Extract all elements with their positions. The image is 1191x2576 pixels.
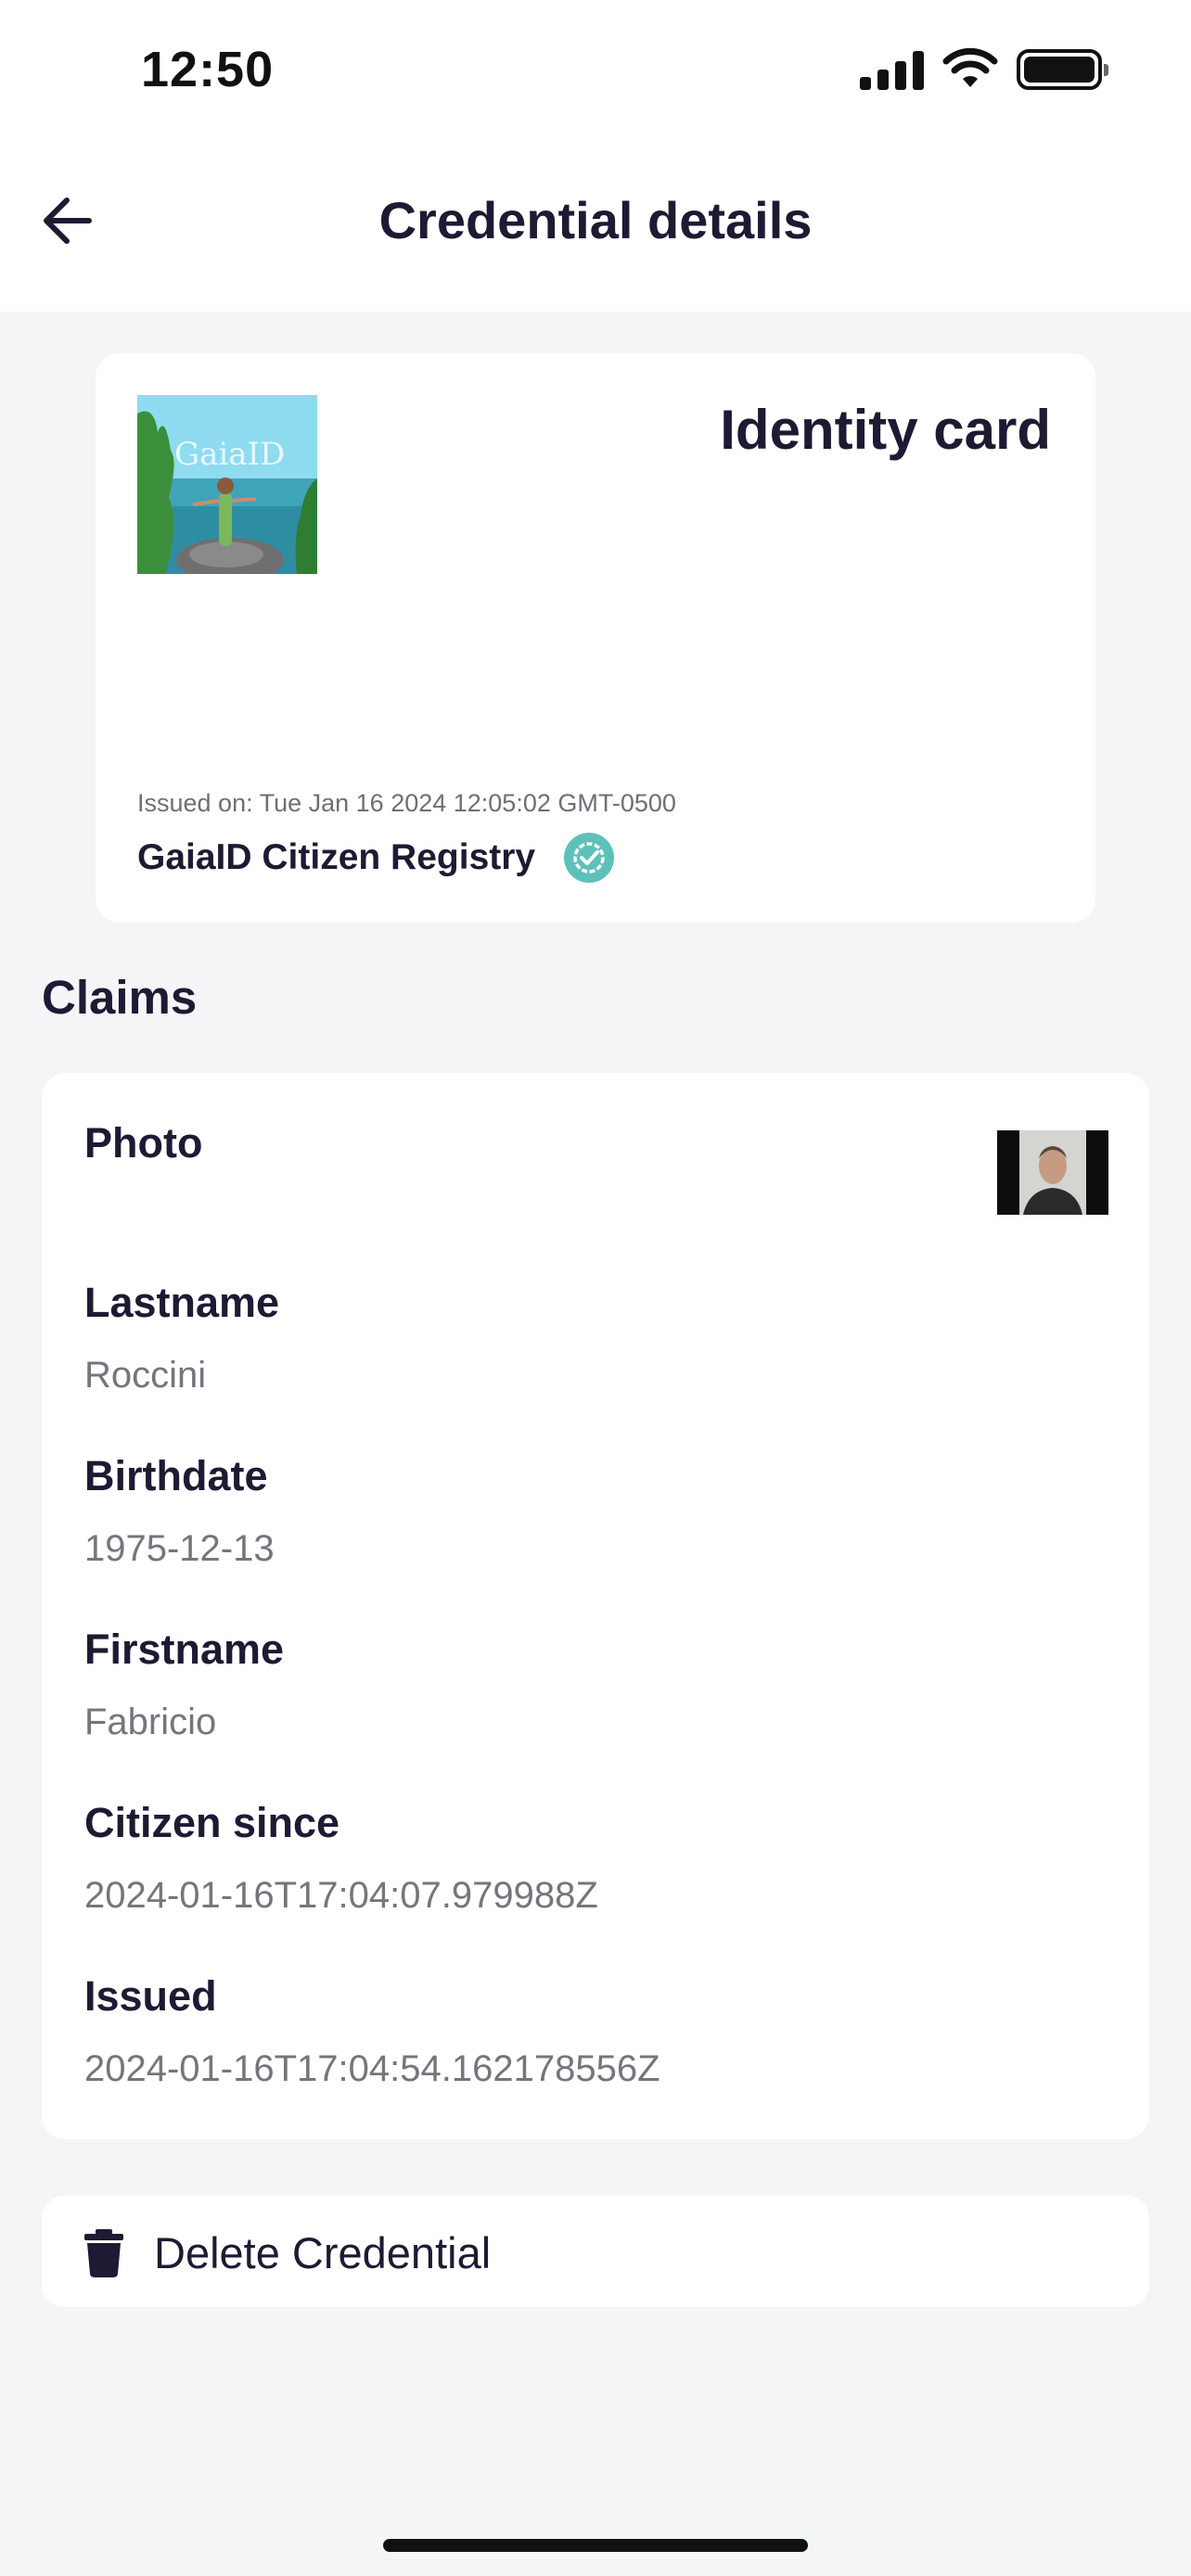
credential-card[interactable]: GaiaID Identity card Issued on: Tue Jan … — [96, 353, 1095, 923]
delete-credential-button[interactable]: Delete Credential — [42, 2196, 1149, 2307]
claims-heading: Claims — [42, 971, 198, 1024]
claim-value-lastname: Roccini — [84, 1355, 207, 1396]
status-time: 12:50 — [141, 42, 275, 97]
page-title: Credential details — [378, 191, 813, 249]
status-icons — [860, 46, 1108, 93]
top-bar: 12:50 Credential details — [0, 0, 1191, 312]
claim-value-issued: 2024-01-16T17:04:54.162178556Z — [84, 2048, 660, 2089]
trash-icon — [84, 2229, 123, 2277]
svg-text:GaiaID: GaiaID — [174, 436, 285, 473]
delete-credential-label: Delete Credential — [154, 2228, 492, 2277]
claim-label-issued: Issued — [84, 1972, 217, 2020]
claim-label-birthdate: Birthdate — [84, 1452, 268, 1499]
claim-label-firstname: Firstname — [84, 1626, 285, 1673]
issuer-name: GaiaID Citizen Registry — [137, 837, 536, 877]
home-indicator[interactable] — [383, 2539, 808, 2552]
verified-badge-icon — [564, 833, 615, 883]
claim-value-birthdate: 1975-12-13 — [84, 1528, 275, 1569]
claim-label-photo: Photo — [84, 1119, 203, 1167]
claim-label-citizen-since: Citizen since — [84, 1799, 340, 1846]
issuer-row: GaiaID Citizen Registry — [137, 832, 615, 884]
wifi-icon — [942, 48, 998, 87]
issuer-logo: GaiaID — [137, 395, 317, 574]
cellular-signal-icon — [860, 49, 924, 90]
claim-photo[interactable] — [997, 1130, 1108, 1215]
claim-label-lastname: Lastname — [84, 1279, 280, 1326]
battery-icon — [1017, 49, 1108, 90]
issued-on-date: Issued on: Tue Jan 16 2024 12:05:02 GMT-… — [137, 789, 676, 817]
claim-value-firstname: Fabricio — [84, 1702, 217, 1742]
claim-value-citizen-since: 2024-01-16T17:04:07.979988Z — [84, 1875, 598, 1916]
claims-card: Photo Lastname Roccini Birthdate 1975-12… — [42, 1073, 1149, 2139]
credential-type: Identity card — [720, 399, 1051, 461]
